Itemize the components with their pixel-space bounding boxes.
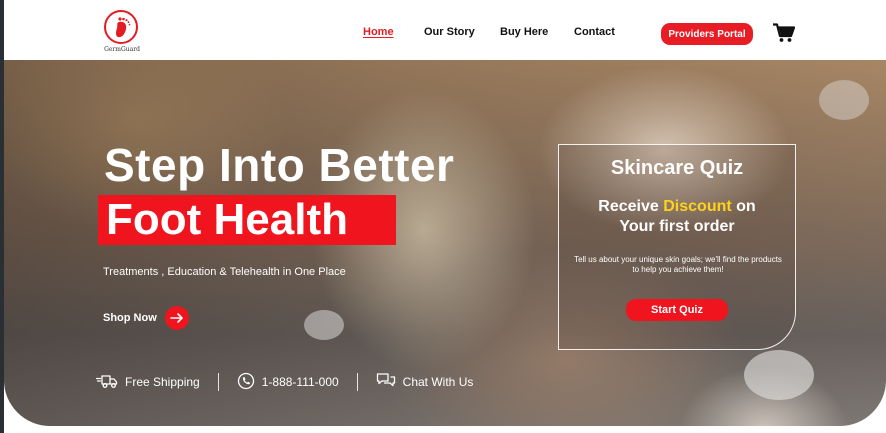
quiz-description: Tell us about your unique skin goals; we… (574, 255, 782, 274)
start-quiz-button[interactable]: Start Quiz (626, 299, 728, 321)
hero-subheading: Treatments , Education & Telehealth in O… (103, 266, 346, 278)
offer-prefix: Receive (598, 198, 659, 215)
offer-line2: Your first order (619, 218, 735, 235)
feature-label: 1-888-111-000 (261, 375, 339, 389)
shopping-cart-icon[interactable] (773, 23, 796, 43)
feature-divider (217, 373, 219, 391)
providers-portal-button[interactable]: Providers Portal (661, 23, 753, 45)
phone-icon (237, 372, 255, 393)
feature-label: Chat With Us (402, 375, 474, 389)
offer-suffix: on (736, 198, 756, 215)
feature-strip: Free Shipping 1-888-111-000 Chat With Us (95, 371, 474, 393)
nav-our-story-link[interactable]: Our Story (424, 26, 475, 38)
feature-chat[interactable]: Chat With Us (376, 372, 474, 393)
shop-now-link[interactable]: Shop Now (103, 306, 189, 330)
arrow-right-icon[interactable] (164, 306, 189, 330)
brand-name: GermGuard (104, 46, 140, 53)
feature-label: Free Shipping (125, 375, 200, 389)
nav-buy-here-link[interactable]: Buy Here (500, 26, 548, 38)
chat-icon (376, 372, 396, 393)
nav-contact-link[interactable]: Contact (574, 26, 615, 38)
hero-headline-line1: Step Into Better (104, 139, 455, 191)
skincare-quiz-card: Skincare Quiz Receive Discount on Your f… (558, 144, 796, 350)
site-header: GermGuard Home Our Story Buy Here Contac… (4, 0, 886, 60)
quiz-offer-text: Receive Discount on Your first order (559, 197, 795, 237)
hero-headline-line2: Foot Health (98, 195, 396, 245)
hero-banner: Step Into Better Foot Health Treatments … (4, 60, 886, 426)
quiz-title: Skincare Quiz (610, 157, 744, 179)
offer-highlight: Discount (663, 198, 732, 215)
shop-now-label: Shop Now (103, 312, 157, 324)
nav-home-link[interactable]: Home (363, 26, 394, 38)
delivery-truck-icon (95, 373, 118, 392)
brand-logo[interactable]: GermGuard (100, 10, 144, 56)
feature-divider (356, 373, 358, 391)
foot-logo-icon (104, 10, 138, 44)
feature-phone[interactable]: 1-888-111-000 (237, 372, 339, 393)
feature-free-shipping: Free Shipping (95, 373, 200, 392)
